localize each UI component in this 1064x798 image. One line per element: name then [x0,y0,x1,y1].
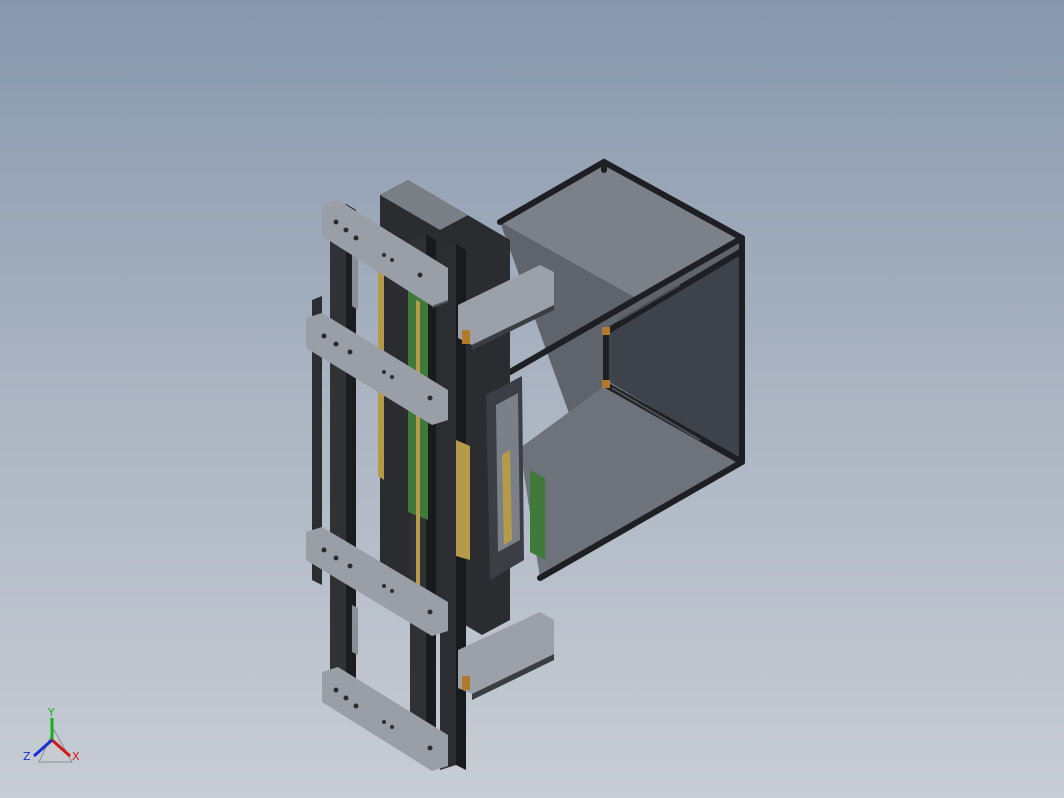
mid-bracket [486,376,524,580]
orientation-triad[interactable]: Y X Z [14,700,94,780]
z-axis-label: Z [23,750,31,763]
y-axis-label: Y [47,706,55,719]
x-axis-label: X [72,750,80,763]
post-left [330,204,346,706]
cad-viewport[interactable]: BCE [0,0,1064,798]
post-right [440,244,456,770]
rail-yellow [456,440,470,560]
corner-bracket [602,380,610,388]
rack-assembly-model[interactable]: BCE [0,0,1064,798]
corner-bracket [602,327,610,335]
rail-yellow [416,300,420,600]
pcb-card-lower [530,470,545,560]
